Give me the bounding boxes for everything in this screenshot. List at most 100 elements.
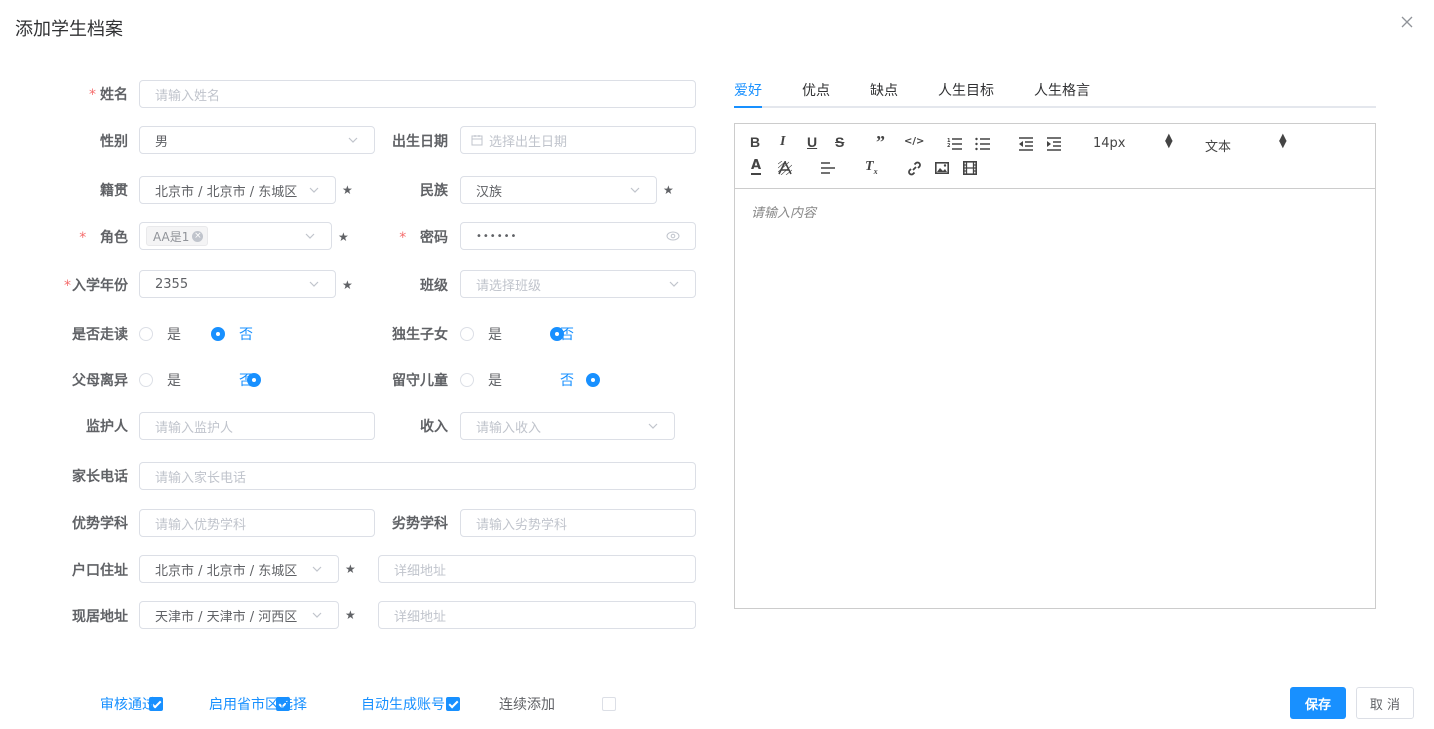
- indent-icon[interactable]: [1046, 137, 1062, 151]
- ordered-list-icon[interactable]: 12: [947, 137, 963, 151]
- divorced-no-text: 否: [239, 373, 253, 389]
- class-select[interactable]: 请选择班级: [460, 270, 696, 298]
- strong-subject-input[interactable]: 请输入优势学科: [139, 509, 375, 537]
- align-left-icon[interactable]: [821, 162, 835, 174]
- hukou-cascader[interactable]: 北京市 / 北京市 / 东城区: [139, 555, 339, 583]
- boarding-label: 是否走读: [72, 327, 128, 343]
- sort-icon[interactable]: ▲ ▼: [1279, 133, 1287, 150]
- star-icon[interactable]: ★: [345, 608, 356, 622]
- chevron-down-icon: [312, 566, 322, 572]
- tab-active-indicator: [734, 106, 762, 108]
- bullet-list-icon[interactable]: [975, 137, 991, 151]
- left-behind-no-text: 否: [560, 373, 574, 389]
- guardian-input[interactable]: 请输入监护人: [139, 412, 375, 440]
- eye-icon[interactable]: [666, 231, 680, 241]
- current-address-detail-input[interactable]: 详细地址: [378, 601, 696, 629]
- name-input[interactable]: 请输入姓名: [139, 80, 696, 108]
- gender-label: 性别: [100, 134, 128, 150]
- only-child-yes-radio[interactable]: [460, 327, 474, 341]
- ethnic-select[interactable]: 汉族: [460, 176, 657, 204]
- background-color-icon[interactable]: [778, 161, 792, 175]
- font-color-icon[interactable]: A: [751, 159, 762, 175]
- editor-toolbar: B I U S ” </> 12 14px ▲ ▼ 文本 ▲ ▼ A Tx: [735, 124, 1375, 189]
- hukou-detail-input[interactable]: 详细地址: [378, 555, 696, 583]
- italic-icon[interactable]: I: [780, 134, 785, 150]
- birth-label: 出生日期: [392, 134, 448, 150]
- bold-icon[interactable]: B: [750, 134, 760, 150]
- star-icon[interactable]: ★: [338, 230, 349, 244]
- left-behind-label: 留守儿童: [392, 373, 448, 389]
- editor-placeholder: 请输入内容: [751, 206, 817, 221]
- income-label: 收入: [420, 419, 448, 435]
- birth-date-picker[interactable]: 选择出生日期: [460, 126, 696, 154]
- chevron-down-icon: [309, 187, 319, 193]
- class-label: 班级: [420, 278, 448, 294]
- weak-subject-input[interactable]: 请输入劣势学科: [460, 509, 696, 537]
- tab-strengths[interactable]: 优点: [802, 80, 830, 100]
- boarding-yes-text: 是: [167, 327, 181, 343]
- role-multi-select[interactable]: AA是1 ×: [139, 222, 332, 250]
- code-icon[interactable]: </>: [904, 136, 924, 147]
- cancel-button[interactable]: 取 消: [1356, 687, 1414, 719]
- close-icon[interactable]: [1399, 14, 1415, 30]
- chevron-down-icon: [648, 423, 658, 429]
- approve-label[interactable]: 审核通过: [100, 694, 156, 714]
- star-icon[interactable]: ★: [342, 183, 353, 197]
- chevron-down-icon: [348, 137, 358, 143]
- save-button[interactable]: 保存: [1290, 687, 1346, 719]
- tab-motto[interactable]: 人生格言: [1034, 80, 1090, 100]
- gender-select[interactable]: 男: [139, 126, 375, 154]
- continuous-add-label[interactable]: 连续添加: [499, 694, 555, 714]
- region-select-label[interactable]: 启用省市区选择: [209, 694, 307, 714]
- auto-account-checkbox[interactable]: [445, 697, 460, 711]
- star-icon[interactable]: ★: [342, 278, 353, 292]
- tag-close-icon[interactable]: ×: [192, 230, 204, 242]
- guardian-label: 监护人: [86, 419, 128, 435]
- native-place-label: 籍贯: [100, 183, 128, 199]
- parent-phone-input[interactable]: 请输入家长电话: [139, 462, 696, 490]
- strong-subject-label: 优势学科: [72, 516, 128, 532]
- boarding-no-text: 否: [239, 327, 253, 343]
- font-size-select[interactable]: 14px: [1093, 136, 1126, 151]
- only-child-no-text: 否: [560, 327, 574, 343]
- left-behind-no-radio[interactable]: [586, 373, 601, 387]
- password-input[interactable]: ••••••: [460, 222, 696, 250]
- link-icon[interactable]: [907, 161, 922, 176]
- continuous-add-checkbox[interactable]: [601, 697, 616, 711]
- tab-hobby[interactable]: 爱好: [734, 80, 762, 100]
- chevron-down-icon: [630, 187, 640, 193]
- image-icon[interactable]: [935, 162, 949, 174]
- enroll-year-label: *入学年份: [64, 278, 128, 294]
- current-address-cascader[interactable]: 天津市 / 天津市 / 河西区: [139, 601, 339, 629]
- auto-account-label[interactable]: 自动生成账号: [361, 694, 445, 714]
- rich-text-editor[interactable]: B I U S ” </> 12 14px ▲ ▼ 文本 ▲ ▼ A Tx 请输入内…: [734, 123, 1376, 609]
- parents-divorced-label: 父母离异: [72, 373, 128, 389]
- divorced-yes-text: 是: [167, 373, 181, 389]
- weak-subject-label: 劣势学科: [392, 516, 448, 532]
- svg-text:2: 2: [947, 143, 951, 149]
- enroll-year-select[interactable]: 2355: [139, 270, 336, 298]
- star-icon[interactable]: ★: [663, 183, 674, 197]
- parent-phone-label: 家长电话: [72, 469, 128, 485]
- header-select[interactable]: 文本: [1205, 136, 1231, 155]
- strikethrough-icon[interactable]: S: [835, 134, 844, 150]
- star-icon[interactable]: ★: [345, 562, 356, 576]
- clear-format-icon[interactable]: Tx: [865, 159, 878, 176]
- sort-icon[interactable]: ▲ ▼: [1165, 133, 1173, 150]
- divorced-yes-radio[interactable]: [139, 373, 153, 387]
- chevron-down-icon: [305, 233, 315, 239]
- blockquote-icon[interactable]: ”: [876, 132, 885, 153]
- boarding-no-radio[interactable]: [211, 327, 225, 341]
- tab-life-goal[interactable]: 人生目标: [938, 80, 994, 100]
- video-icon[interactable]: [963, 161, 977, 175]
- native-place-cascader[interactable]: 北京市 / 北京市 / 东城区: [139, 176, 336, 204]
- left-behind-yes-radio[interactable]: [460, 373, 474, 387]
- name-label: * 姓名: [89, 87, 128, 103]
- underline-icon[interactable]: U: [807, 134, 817, 150]
- chevron-down-icon: [312, 612, 322, 618]
- role-label: * 角色: [79, 230, 128, 246]
- income-select[interactable]: 请输入收入: [460, 412, 675, 440]
- boarding-yes-radio[interactable]: [139, 327, 153, 341]
- outdent-icon[interactable]: [1018, 137, 1034, 151]
- tab-weaknesses[interactable]: 缺点: [870, 80, 898, 100]
